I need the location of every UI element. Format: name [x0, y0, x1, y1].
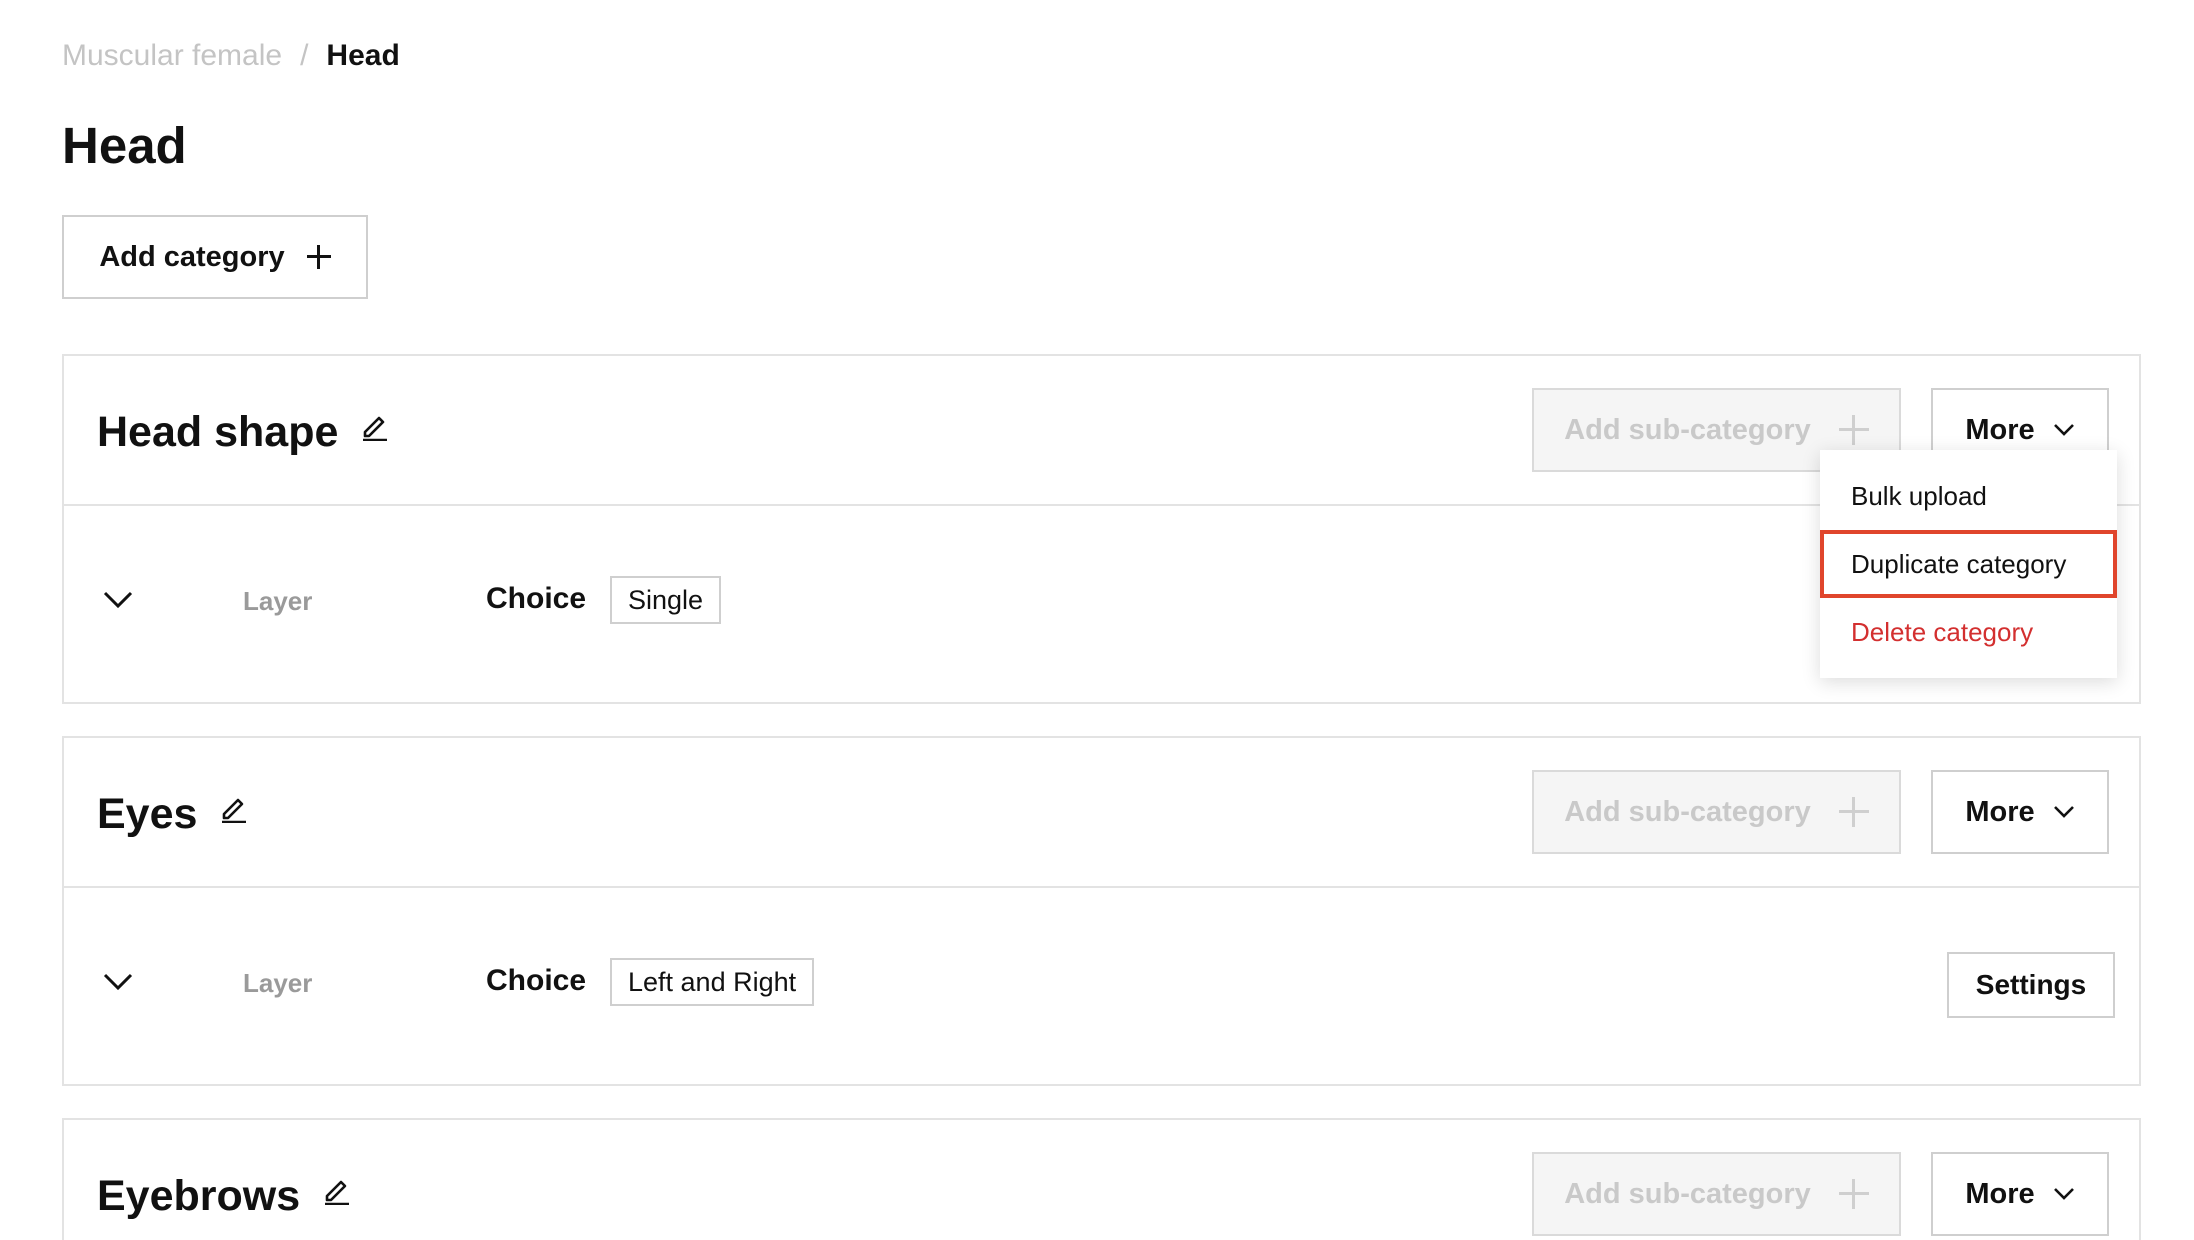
pencil-icon[interactable]: [219, 793, 249, 823]
category-title: Head shape: [97, 408, 339, 456]
add-category-button[interactable]: Add category: [62, 215, 368, 299]
plus-icon: [1838, 1179, 1869, 1209]
category-title: Eyebrows: [97, 1172, 301, 1220]
breadcrumb: Muscular female / Head: [62, 38, 400, 74]
breadcrumb-separator: /: [300, 39, 309, 72]
add-sub-category-label: Add sub-category: [1564, 1177, 1811, 1210]
more-button[interactable]: More: [1931, 770, 2109, 854]
menu-item-duplicate-category[interactable]: Duplicate category: [1820, 530, 2117, 598]
category-card-eyebrows: Eyebrows Add sub-category More: [62, 1118, 2141, 1240]
add-sub-category-label: Add sub-category: [1564, 413, 1811, 446]
more-label: More: [1965, 413, 2035, 446]
breadcrumb-link-parent[interactable]: Muscular female: [62, 38, 282, 74]
plus-icon: [1838, 415, 1869, 445]
more-label: More: [1965, 1177, 2035, 1210]
category-header: Eyes Add sub-category More: [64, 738, 2139, 888]
page-title: Head: [62, 117, 187, 174]
pencil-icon[interactable]: [360, 411, 390, 441]
chevron-down-icon[interactable]: [102, 972, 134, 992]
more-label: More: [1965, 795, 2035, 828]
category-title-group: Head shape: [97, 406, 390, 458]
chevron-down-icon[interactable]: [102, 590, 134, 610]
page: Muscular female / Head Head Add category…: [0, 0, 2194, 1240]
plus-icon: [306, 245, 331, 269]
more-button[interactable]: More: [1931, 1152, 2109, 1236]
more-dropdown-menu: Bulk upload Duplicate category Delete ca…: [1820, 450, 2117, 678]
chevron-down-icon: [2053, 1188, 2074, 1200]
add-sub-category-button[interactable]: Add sub-category: [1532, 770, 1901, 854]
settings-button[interactable]: Settings: [1947, 952, 2115, 1018]
choice-value-tag: Left and Right: [610, 958, 815, 1006]
pencil-icon[interactable]: [322, 1175, 352, 1205]
breadcrumb-current: Head: [326, 39, 400, 72]
add-sub-category-button[interactable]: Add sub-category: [1532, 1152, 1901, 1236]
category-title-group: Eyebrows: [97, 1170, 352, 1222]
choice-label: Choice: [486, 964, 587, 997]
category-title-group: Eyes: [97, 788, 249, 840]
choice-label: Choice: [486, 582, 587, 615]
add-category-label: Add category: [99, 240, 285, 273]
menu-item-delete-category[interactable]: Delete category: [1820, 598, 2117, 666]
menu-item-bulk-upload[interactable]: Bulk upload: [1820, 462, 2117, 530]
category-card-eyes: Eyes Add sub-category More Layer Choice …: [62, 736, 2141, 1086]
layer-label: Layer: [243, 586, 313, 616]
chevron-down-icon: [2053, 424, 2074, 436]
plus-icon: [1838, 797, 1869, 827]
category-header: Eyebrows Add sub-category More: [64, 1120, 2139, 1240]
sub-category-row: Layer Choice Left and Right Settings: [64, 888, 2139, 1084]
add-sub-category-label: Add sub-category: [1564, 795, 1811, 828]
category-title: Eyes: [97, 790, 198, 838]
chevron-down-icon: [2053, 806, 2074, 818]
layer-label: Layer: [243, 968, 313, 998]
choice-value-tag: Single: [610, 576, 722, 624]
